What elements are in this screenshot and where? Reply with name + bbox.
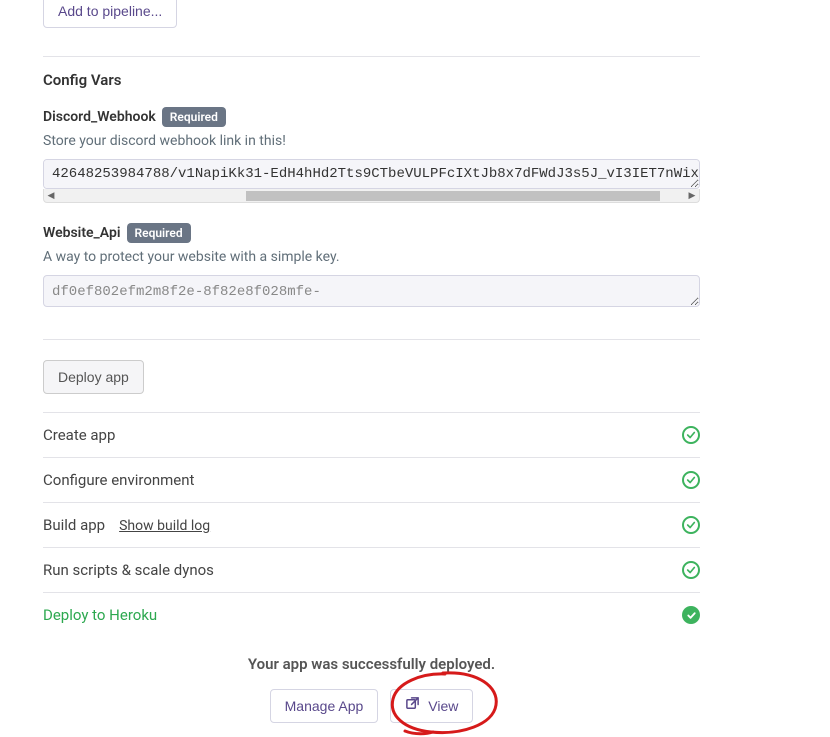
step-run-scripts: Run scripts & scale dynos xyxy=(43,548,700,592)
scroll-thumb[interactable] xyxy=(246,191,660,201)
step-label: Build app xyxy=(43,516,105,534)
view-button[interactable]: View xyxy=(390,689,473,723)
required-badge: Required xyxy=(162,107,226,127)
check-circle-icon xyxy=(682,471,700,489)
discord-webhook-input[interactable] xyxy=(43,159,700,189)
config-var-desc: Store your discord webhook link in this! xyxy=(43,133,700,149)
view-label: View xyxy=(428,696,458,716)
divider xyxy=(43,56,700,57)
manage-app-button[interactable]: Manage App xyxy=(270,689,379,723)
check-circle-solid-icon xyxy=(682,606,700,624)
divider xyxy=(43,339,700,340)
website-api-input[interactable] xyxy=(43,275,700,307)
step-label: Configure environment xyxy=(43,471,194,489)
step-configure-env: Configure environment xyxy=(43,458,700,502)
deploy-app-button[interactable]: Deploy app xyxy=(43,360,144,394)
step-build-app: Build app Show build log xyxy=(43,503,700,547)
check-circle-icon xyxy=(682,516,700,534)
show-build-log-link[interactable]: Show build log xyxy=(119,518,210,534)
horizontal-scrollbar[interactable]: ◀ ▶ xyxy=(43,189,700,203)
add-to-pipeline-button[interactable]: Add to pipeline... xyxy=(43,0,177,28)
step-label: Run scripts & scale dynos xyxy=(43,561,214,579)
config-var-name: Website_Api xyxy=(43,225,121,241)
scroll-left-arrow[interactable]: ◀ xyxy=(44,191,58,201)
config-var-name: Discord_Webhook xyxy=(43,109,156,125)
required-badge: Required xyxy=(127,223,191,243)
check-circle-icon xyxy=(682,561,700,579)
step-label: Create app xyxy=(43,426,115,444)
config-vars-title: Config Vars xyxy=(43,71,700,89)
check-circle-icon xyxy=(682,426,700,444)
external-link-icon xyxy=(405,696,420,716)
step-deploy-heroku: Deploy to Heroku xyxy=(43,593,700,637)
scroll-right-arrow[interactable]: ▶ xyxy=(685,191,699,201)
success-message: Your app was successfully deployed. xyxy=(43,655,700,673)
step-label: Deploy to Heroku xyxy=(43,606,157,624)
config-var-desc: A way to protect your website with a sim… xyxy=(43,249,700,265)
scroll-track[interactable] xyxy=(58,191,685,201)
step-create-app: Create app xyxy=(43,413,700,457)
